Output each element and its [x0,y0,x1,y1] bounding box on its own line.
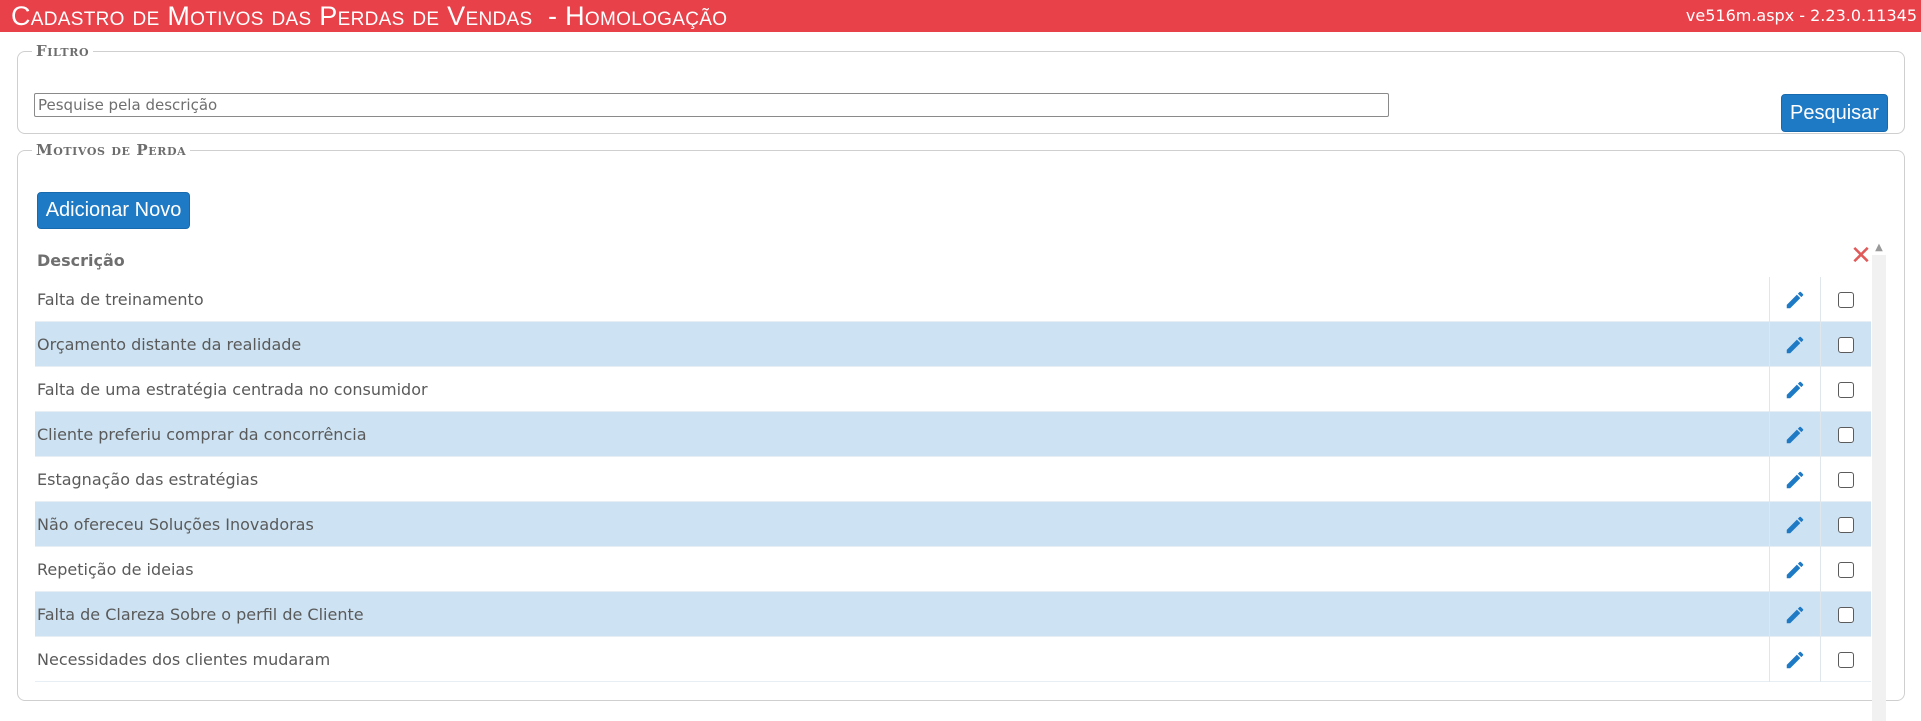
reasons-legend: Motivos de Perda [36,141,187,159]
table-row: Não ofereceu Soluções Inovadoras [35,502,1871,547]
page-title: Cadastro de Motivos das Perdas de Vendas… [11,1,728,31]
pencil-icon [1786,471,1804,488]
table-row: Estagnação das estratégias [35,457,1871,502]
search-button[interactable]: Pesquisar [1781,94,1888,132]
table-row: Orçamento distante da realidade [35,322,1871,367]
edit-button[interactable] [1769,637,1820,682]
select-cell [1820,322,1871,367]
row-checkbox[interactable] [1838,561,1854,578]
version-label: ve516m.aspx - 2.23.0.11345 [1685,6,1917,25]
title-bar: Cadastro de Motivos das Perdas de Vendas… [0,0,1921,32]
row-description: Estagnação das estratégias [37,470,259,489]
edit-button[interactable] [1769,322,1820,367]
column-header-description: Descrição [37,251,125,270]
row-checkbox[interactable] [1838,606,1854,623]
table-row: Falta de uma estratégia centrada no cons… [35,367,1871,412]
edit-button[interactable] [1769,547,1820,592]
pencil-icon [1786,291,1804,308]
select-cell [1820,592,1871,637]
pencil-icon [1786,336,1804,353]
row-checkbox[interactable] [1838,651,1854,668]
row-checkbox[interactable] [1838,426,1854,443]
edit-button[interactable] [1769,502,1820,547]
row-description: Falta de Clareza Sobre o perfil de Clien… [37,605,364,624]
edit-button[interactable] [1769,457,1820,502]
filter-fieldset: Filtro Pesquisar [17,42,1905,134]
pencil-icon [1786,561,1804,578]
table-row: Falta de treinamento [35,277,1871,322]
edit-button[interactable] [1769,412,1820,457]
select-cell [1820,502,1871,547]
row-description: Não ofereceu Soluções Inovadoras [37,515,314,534]
close-x-icon[interactable]: ✕ [1849,243,1873,269]
row-checkbox[interactable] [1838,381,1854,398]
scroll-up-icon[interactable]: ▲ [1872,241,1886,255]
add-new-button[interactable]: Adicionar Novo [37,192,190,229]
select-cell [1820,547,1871,592]
table-row: Repetição de ideias [35,547,1871,592]
row-description: Repetição de ideias [37,560,194,579]
select-cell [1820,277,1871,322]
edit-button[interactable] [1769,277,1820,322]
pencil-icon [1786,426,1804,443]
row-checkbox[interactable] [1838,291,1854,308]
table-body: Falta de treinamento Orçamento distante … [35,277,1886,682]
row-description: Falta de uma estratégia centrada no cons… [37,380,428,399]
edit-button[interactable] [1769,367,1820,412]
row-checkbox[interactable] [1838,471,1854,488]
row-description: Cliente preferiu comprar da concorrência [37,425,367,444]
filter-legend: Filtro [36,42,90,60]
search-input[interactable] [34,93,1389,117]
select-cell [1820,412,1871,457]
row-description: Orçamento distante da realidade [37,335,302,354]
edit-button[interactable] [1769,592,1820,637]
pencil-icon [1786,606,1804,623]
row-description: Necessidades dos clientes mudaram [37,650,331,669]
table-header: Descrição ✕ [35,241,1886,276]
row-checkbox[interactable] [1838,516,1854,533]
reasons-fieldset: Motivos de Perda Adicionar Novo Descriçã… [17,141,1905,721]
row-checkbox[interactable] [1838,336,1854,353]
select-cell [1820,367,1871,412]
select-cell [1820,637,1871,682]
pencil-icon [1786,651,1804,668]
pencil-icon [1786,381,1804,398]
table-row: Falta de Clareza Sobre o perfil de Clien… [35,592,1871,637]
select-cell [1820,457,1871,502]
table-row: Cliente preferiu comprar da concorrência [35,412,1871,457]
row-description: Falta de treinamento [37,290,204,309]
reasons-table: Descrição ✕ ▲ Falta de treinamento Orçam… [35,241,1886,721]
pencil-icon [1786,516,1804,533]
table-row: Necessidades dos clientes mudaram [35,637,1871,682]
